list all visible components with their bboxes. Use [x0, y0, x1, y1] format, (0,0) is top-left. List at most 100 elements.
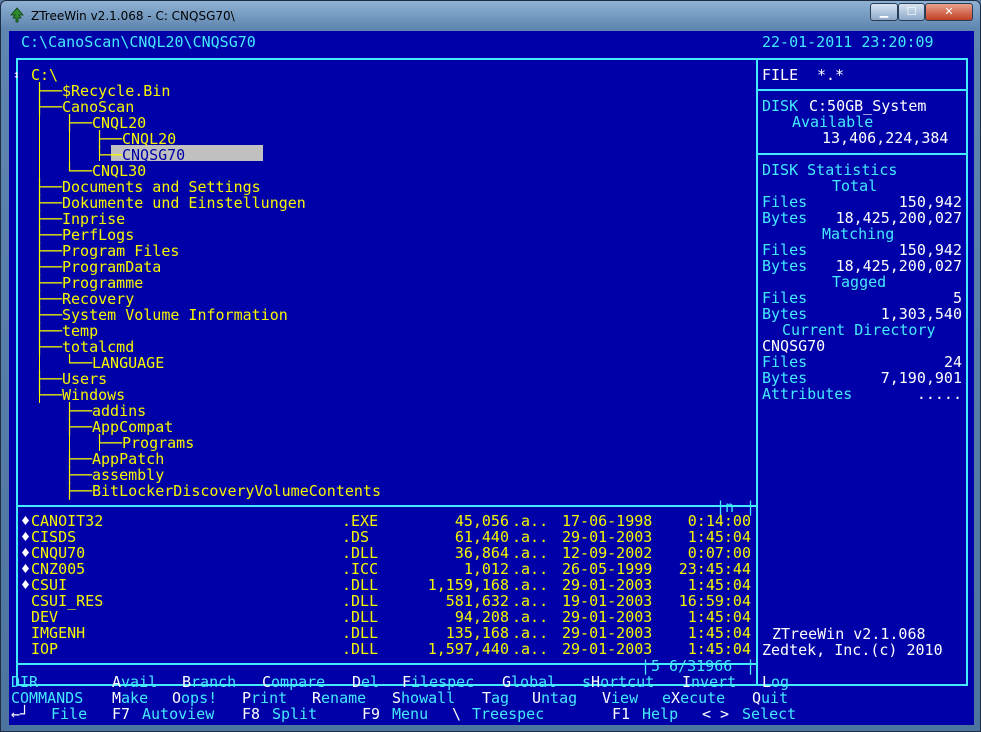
file-row[interactable]: IOP .DLL 1,597,440 .a.. 29-01-2003 1:45:04 — [17, 641, 757, 657]
file-row[interactable]: ♦ CANOIT32 .EXE 45,056 .a.. 17-06-1998 0:14:00 — [17, 513, 757, 529]
tree-item-name[interactable]: CNQSG70 — [122, 147, 185, 163]
menu-command[interactable]: Make — [112, 690, 148, 706]
tree-item-name[interactable]: CanoScan — [62, 99, 134, 115]
function-key[interactable]: < > — [702, 706, 729, 722]
tree-item[interactable]: ├── totalcmd — [9, 339, 747, 355]
menu-command[interactable]: View — [602, 690, 638, 706]
function-key-label[interactable]: Menu — [392, 706, 428, 722]
tree-item-name[interactable]: Programme — [62, 275, 143, 291]
tree-item-name[interactable]: AppPatch — [92, 451, 164, 467]
tree-item-name[interactable]: temp — [62, 323, 98, 339]
tree-item[interactable]: ├── assembly — [9, 467, 747, 483]
file-row[interactable]: ♦ CNZ005 .ICC 1,012 .a.. 26-05-1999 23:45:44 — [17, 561, 757, 577]
menu-command[interactable]: Print — [242, 690, 287, 706]
tree-item-name[interactable]: Users — [62, 371, 107, 387]
title-bar[interactable]: ZTreeWin v2.1.068 - C: CNQSG70\ ▁ ☐ ✕ — [1, 1, 980, 29]
tree-item-name[interactable]: Windows — [62, 387, 125, 403]
tree-item-name[interactable]: Inprise — [62, 211, 125, 227]
tree-item[interactable]: └── CNQL30 — [9, 163, 747, 179]
tree-item[interactable]: ├── System Volume Information — [9, 307, 747, 323]
tree-item[interactable]: ├── Documents and Settings — [9, 179, 747, 195]
tree-item[interactable]: ├── CNQL20 — [9, 115, 747, 131]
tree-item[interactable]: ├── Dokumente und Einstellungen — [9, 195, 747, 211]
tree-item-name[interactable]: LANGUAGE — [92, 355, 164, 371]
tree-item-name[interactable]: Recovery — [62, 291, 134, 307]
menu-command[interactable]: Untag — [532, 690, 577, 706]
menu-command[interactable]: Invert — [682, 674, 736, 690]
file-row[interactable]: IMGENH .DLL 135,168 .a.. 29-01-2003 1:45:04 — [17, 625, 757, 641]
tree-item-name[interactable]: assembly — [92, 467, 164, 483]
close-button[interactable]: ✕ — [925, 3, 973, 21]
tree-root[interactable]: C:\ — [31, 67, 58, 83]
menu-command[interactable]: Rename — [312, 690, 366, 706]
tree-item[interactable]: ├── CanoScan — [9, 99, 747, 115]
function-key[interactable]: F7 — [112, 706, 130, 722]
function-key[interactable]: F1 — [612, 706, 630, 722]
menu-command[interactable]: Global — [502, 674, 556, 690]
function-key-label[interactable]: Help — [642, 706, 678, 722]
tree-item-name[interactable]: BitLockerDiscoveryVolumeContents — [92, 483, 381, 499]
menu-command[interactable]: eXecute — [662, 690, 725, 706]
menu-command[interactable]: Tag — [482, 690, 509, 706]
file-row[interactable]: ♦ CSUI .DLL 1,159,168 .a.. 29-01-2003 1:45:04 — [17, 577, 757, 593]
maximize-button[interactable]: ☐ — [898, 3, 925, 21]
tree-item[interactable]: ├── temp — [9, 323, 747, 339]
tree-item[interactable]: ├── AppCompat — [9, 419, 747, 435]
function-key-label[interactable]: Autoview — [142, 706, 214, 722]
tree-item[interactable]: └── Programs — [9, 435, 747, 451]
file-row[interactable]: ♦ CISDS .DS 61,440 .a.. 29-01-2003 1:45:04 — [17, 529, 757, 545]
menu-command[interactable]: Filespec — [402, 674, 474, 690]
tree-item-name[interactable]: $Recycle.Bin — [62, 83, 170, 99]
tree-item-name[interactable]: CNQL20 — [92, 115, 146, 131]
tree-item-name[interactable]: CNQL30 — [92, 163, 146, 179]
tree-item-name[interactable]: Documents and Settings — [62, 179, 261, 195]
tree-item-name[interactable]: PerfLogs — [62, 227, 134, 243]
tree-item-name[interactable]: Programs — [122, 435, 194, 451]
function-key-label[interactable]: Split — [272, 706, 317, 722]
tree-item[interactable]: ├── Programme — [9, 275, 747, 291]
file-row[interactable]: ♦ CNQU70 .DLL 36,864 .a.. 12-09-2002 0:07:00 — [17, 545, 757, 561]
function-key-label[interactable]: Treespec — [472, 706, 544, 722]
tree-item[interactable]: ├── addins — [9, 403, 747, 419]
tree-item[interactable]: ├── CNQL20 — [9, 131, 747, 147]
function-key[interactable]: F8 — [242, 706, 260, 722]
file-row[interactable]: DEV .DLL 94,208 .a.. 29-01-2003 1:45:04 — [17, 609, 757, 625]
function-key[interactable]: ←┘ — [11, 706, 29, 722]
tree-item[interactable]: ├── Inprise — [9, 211, 747, 227]
menu-command[interactable]: Avail — [112, 674, 157, 690]
tree-item[interactable]: └── LANGUAGE — [9, 355, 747, 371]
tree-item-name[interactable]: System Volume Information — [62, 307, 288, 323]
menu-command[interactable]: Del — [352, 674, 379, 690]
menu-command[interactable]: Log — [762, 674, 789, 690]
function-key[interactable]: F9 — [362, 706, 380, 722]
tree-item-name[interactable]: totalcmd — [62, 339, 134, 355]
file-row[interactable]: CSUI_RES .DLL 581,632 .a.. 19-01-2003 16:59:0… — [17, 593, 757, 609]
menu-command[interactable]: Compare — [262, 674, 325, 690]
tree-item[interactable]: └── Windows — [9, 387, 747, 403]
menu-command[interactable]: sHortcut — [582, 674, 654, 690]
tree-item[interactable]: ├── Recovery — [9, 291, 747, 307]
minimize-button[interactable]: ▁ — [870, 3, 898, 21]
tree-item[interactable]: └── CNQSG70 — [9, 147, 747, 163]
tree-item-name[interactable]: ProgramData — [62, 259, 161, 275]
tree-item-name[interactable]: Dokumente und Einstellungen — [62, 195, 306, 211]
tree-item-name[interactable]: Program Files — [62, 243, 179, 259]
tree-item[interactable]: ├── Users — [9, 371, 747, 387]
menu-command[interactable]: Showall — [392, 690, 455, 706]
tree-scroll-marker[interactable]: ↕ — [13, 67, 20, 83]
function-key-label[interactable]: Select — [742, 706, 796, 722]
tree-item[interactable]: ├── AppPatch — [9, 451, 747, 467]
tree-item-name[interactable]: addins — [92, 403, 146, 419]
function-key[interactable]: \ — [452, 706, 461, 722]
menu-command[interactable]: Branch — [182, 674, 236, 690]
menu-command[interactable]: Oops! — [172, 690, 217, 706]
tree-item[interactable]: ├── BitLockerDiscoveryVolumeContents — [9, 483, 747, 499]
tree-item[interactable]: ├── ProgramData — [9, 259, 747, 275]
tree-item[interactable]: ├── PerfLogs — [9, 227, 747, 243]
tree-item[interactable]: ├── Program Files — [9, 243, 747, 259]
menu-command[interactable]: Quit — [752, 690, 788, 706]
function-key-label[interactable]: File — [51, 706, 87, 722]
tree-item-name[interactable]: CNQL20 — [122, 131, 176, 147]
tree-item[interactable]: ├── $Recycle.Bin — [9, 83, 747, 99]
tree-item-name[interactable]: AppCompat — [92, 419, 173, 435]
